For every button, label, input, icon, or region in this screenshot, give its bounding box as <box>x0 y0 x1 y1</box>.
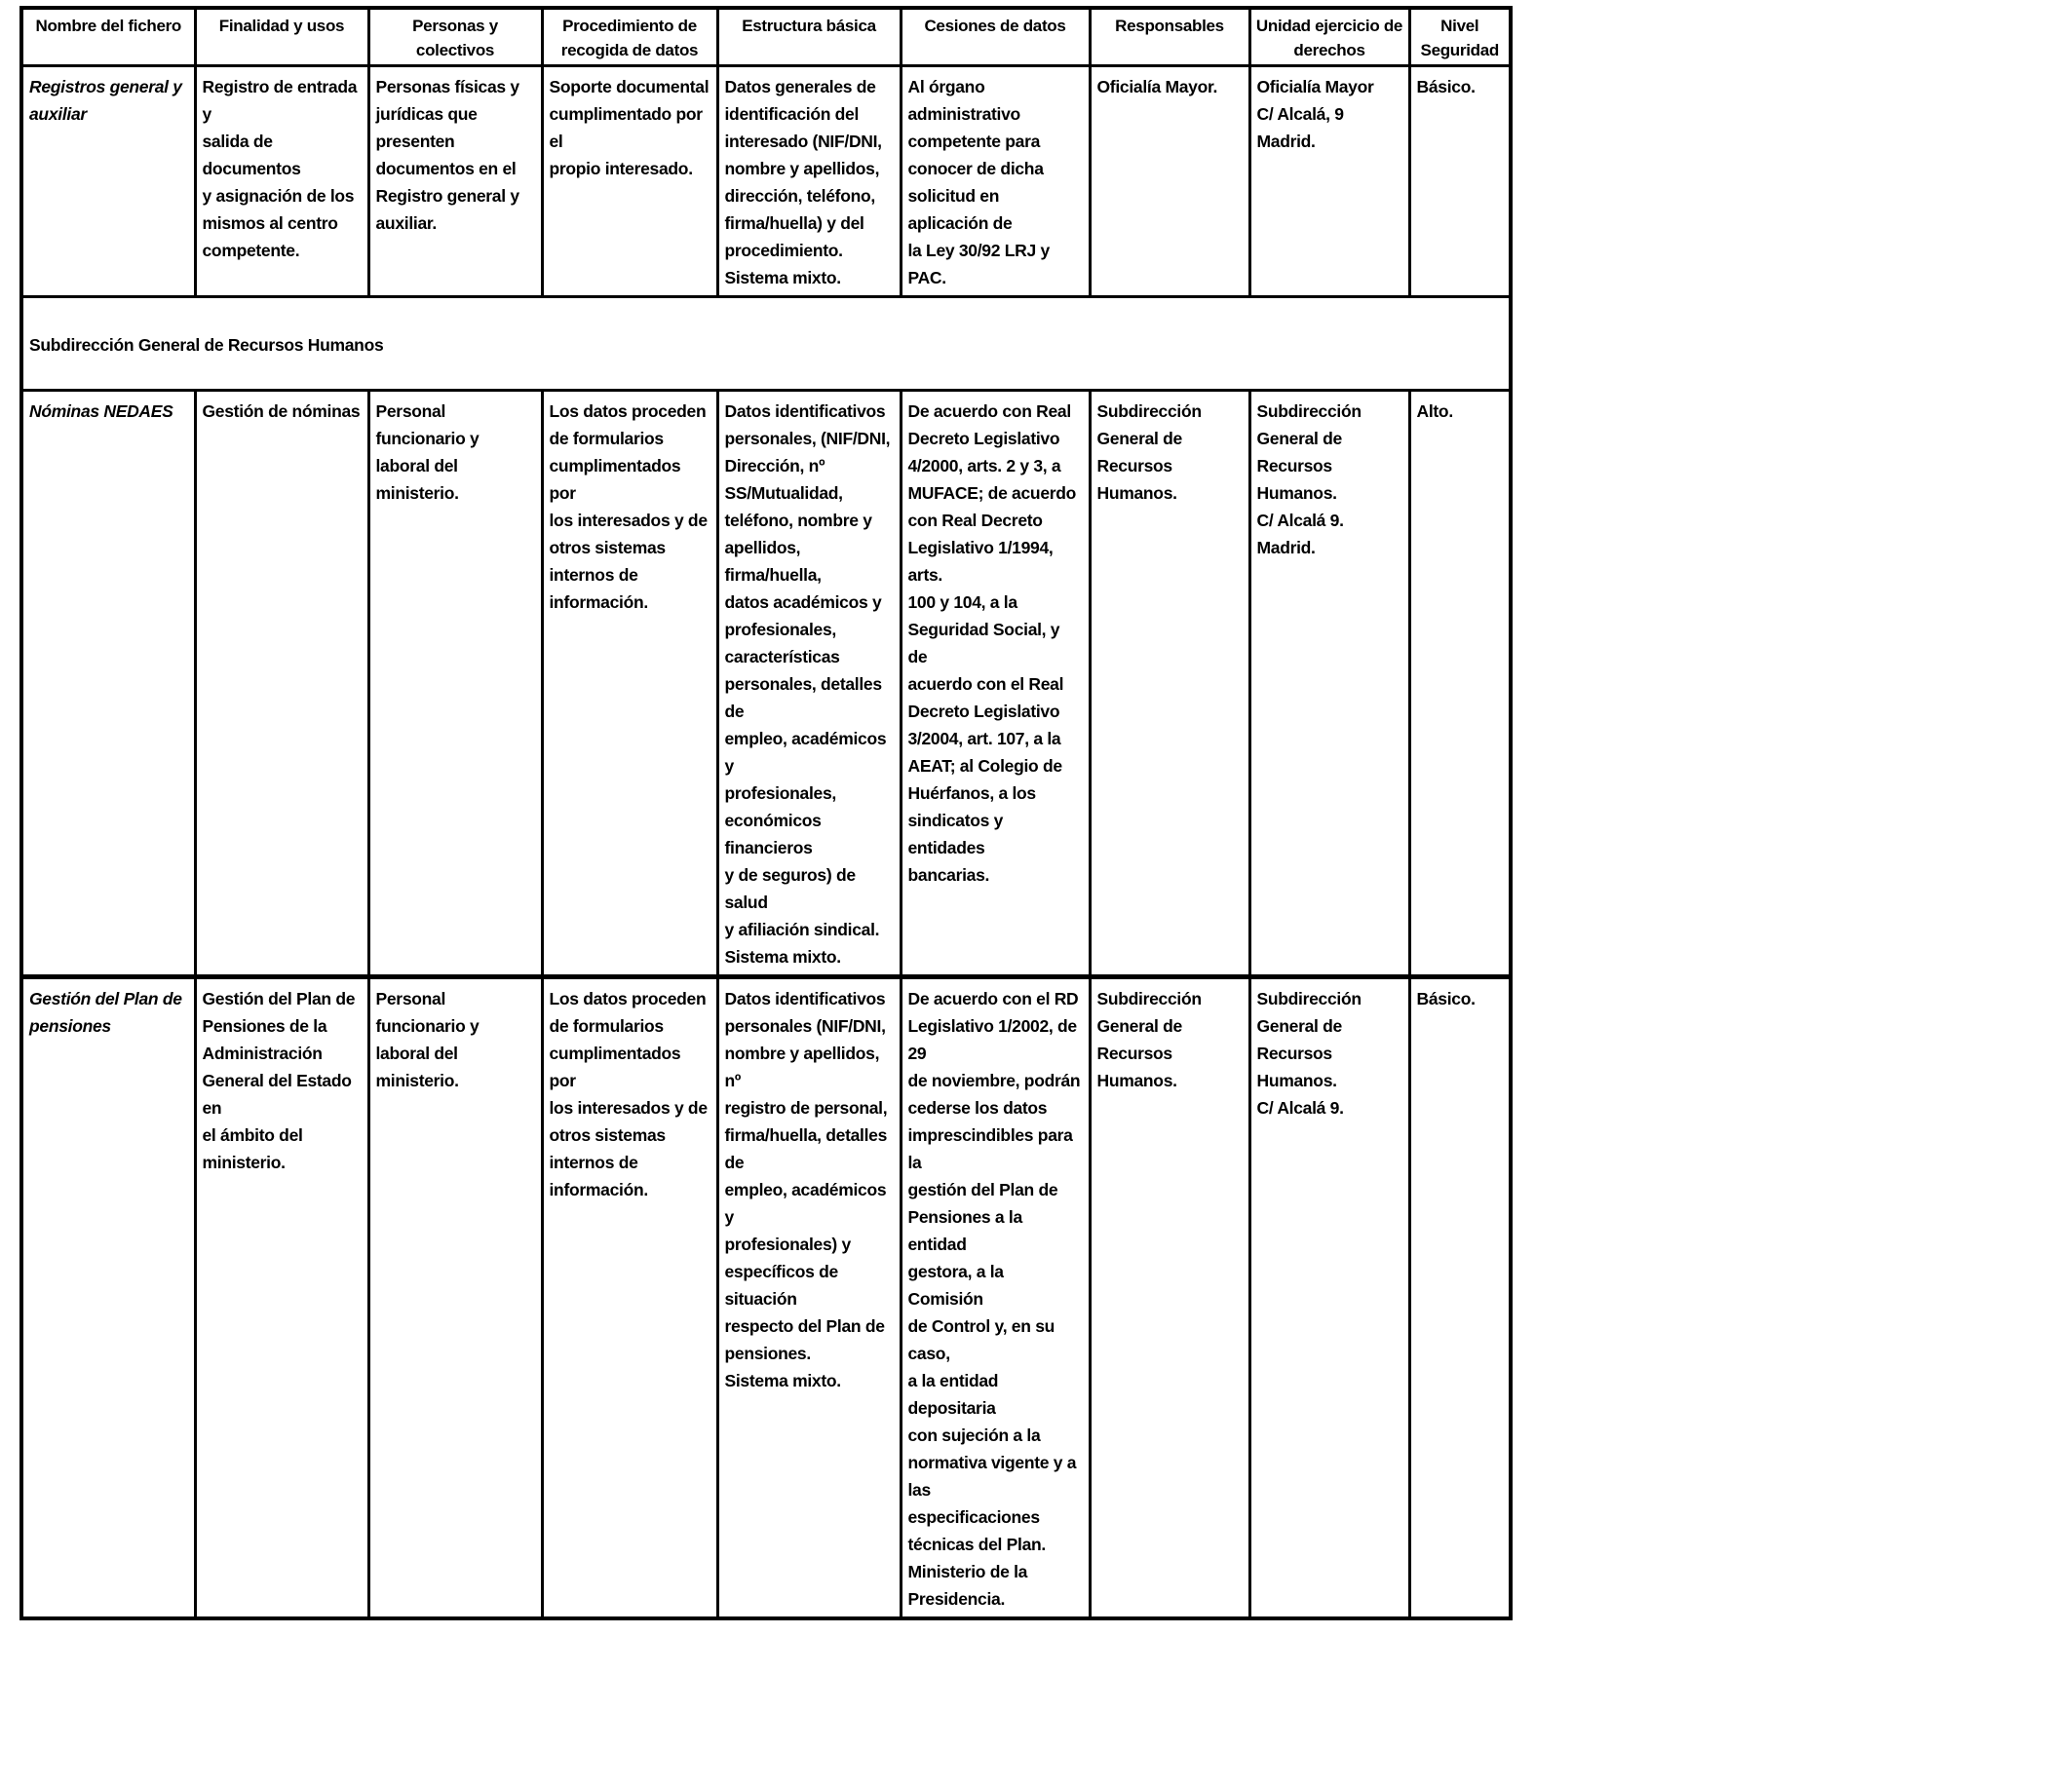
cell-nivel-seguridad: Básico. <box>1407 974 1513 1620</box>
cell-finalidad-usos: Registro de entrada y salida de document… <box>193 64 370 298</box>
cell-procedimiento-recogida: Los datos proceden de formularios cumpli… <box>540 974 719 1620</box>
cell-cesiones-datos: Al órgano administrativo competente para… <box>899 64 1092 298</box>
header-cesiones-datos: Cesiones de datos <box>899 6 1092 67</box>
cell-procedimiento-recogida: Los datos proceden de formularios cumpli… <box>540 389 719 978</box>
cell-personas-colectivos: Personal funcionario y laboral del minis… <box>366 389 544 978</box>
cell-finalidad-usos: Gestión de nóminas <box>193 389 370 978</box>
cell-finalidad-usos: Gestión del Plan de Pensiones de la Admi… <box>193 974 370 1620</box>
cell-unidad-derechos: Subdirección General de Recursos Humanos… <box>1247 974 1411 1620</box>
cell-estructura-basica: Datos identificativos personales, (NIF/D… <box>715 389 902 978</box>
cell-nombre-fichero: Registros general y auxiliar <box>19 64 197 298</box>
header-personas-colectivos: Personas y colectivos <box>366 6 544 67</box>
cell-cesiones-datos: De acuerdo con el RD Legislativo 1/2002,… <box>899 974 1092 1620</box>
table-header-row: Nombre del fichero Finalidad y usos Pers… <box>19 6 1513 67</box>
cell-responsables: Subdirección General de Recursos Humanos… <box>1088 389 1251 978</box>
header-unidad-derechos: Unidad ejercicio de derechos <box>1247 6 1411 67</box>
table-row: Gestión del Plan de pensiones Gestión de… <box>19 974 1513 1620</box>
cell-procedimiento-recogida: Soporte documental cumplimentado por el … <box>540 64 719 298</box>
cell-nivel-seguridad: Básico. <box>1407 64 1513 298</box>
file-name-text: Nóminas NEDAES <box>29 401 173 421</box>
file-name-text: Gestión del <box>29 989 124 1008</box>
document-page: Nombre del fichero Finalidad y usos Pers… <box>19 6 1513 1620</box>
file-name-text: Registros general y auxiliar <box>29 77 182 124</box>
table-row: Nóminas NEDAES Gestión de nóminas Person… <box>19 389 1513 978</box>
header-nombre-fichero: Nombre del fichero <box>19 6 197 67</box>
header-estructura-basica: Estructura básica <box>715 6 902 67</box>
table-row: Registros general y auxiliar Registro de… <box>19 64 1513 298</box>
cell-personas-colectivos: Personas físicas y jurídicas que present… <box>366 64 544 298</box>
header-procedimiento-recogida: Procedimiento de recogida de datos <box>540 6 719 67</box>
cell-personas-colectivos: Personal funcionario y laboral del minis… <box>366 974 544 1620</box>
section-row: Subdirección General de Recursos Humanos <box>19 295 1513 392</box>
cell-cesiones-datos: De acuerdo con Real Decreto Legislativo … <box>899 389 1092 978</box>
cell-unidad-derechos: Subdirección General de Recursos Humanos… <box>1247 389 1411 978</box>
cell-nombre-fichero: Gestión del Plan de pensiones <box>19 974 197 1620</box>
section-title: Subdirección General de Recursos Humanos <box>19 295 1513 392</box>
cell-responsables: Oficialía Mayor. <box>1088 64 1251 298</box>
cell-nivel-seguridad: Alto. <box>1407 389 1513 978</box>
header-responsables: Responsables <box>1088 6 1251 67</box>
cell-responsables: Subdirección General de Recursos Humanos… <box>1088 974 1251 1620</box>
header-finalidad-usos: Finalidad y usos <box>193 6 370 67</box>
cell-estructura-basica: Datos identificativos personales (NIF/DN… <box>715 974 902 1620</box>
cell-unidad-derechos: Oficialía Mayor C/ Alcalá, 9 Madrid. <box>1247 64 1411 298</box>
data-files-table: Nombre del fichero Finalidad y usos Pers… <box>19 6 1513 1620</box>
cell-nombre-fichero: Nóminas NEDAES <box>19 389 197 978</box>
cell-estructura-basica: Datos generales de identificación del in… <box>715 64 902 298</box>
header-nivel-seguridad: Nivel Seguridad <box>1407 6 1513 67</box>
